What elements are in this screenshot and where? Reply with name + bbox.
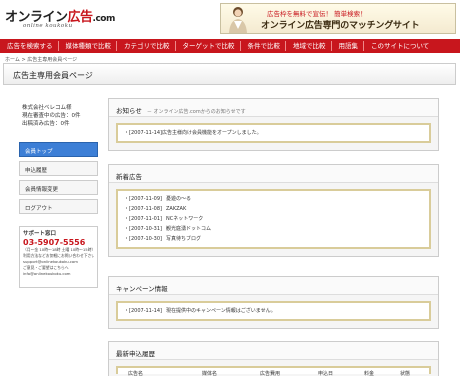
nav-compare-conditions[interactable]: 条件で比較	[241, 41, 286, 51]
banner-headline: オンライン広告専門のマッチングサイト	[261, 21, 420, 31]
info-email-link[interactable]: info@onlinekoukoku.com	[23, 271, 94, 277]
site-header: オンライン広告.com online koukoku 広告枠を無料で宣伝！ 簡単…	[0, 0, 460, 38]
applying-count: 現在審査中の広告：0件	[22, 113, 81, 119]
nav-about[interactable]: このサイトについて	[364, 41, 434, 51]
site-logo[interactable]: オンライン広告.com online koukoku	[5, 6, 115, 29]
col-status: 状態	[400, 371, 411, 376]
side-item-application-history[interactable]: 申込履歴	[19, 161, 98, 176]
history-panel: 最新申込履歴 広告名 媒体名 広告費用 申込日 料金 状態	[108, 341, 439, 376]
new-ads-panel: 新着広告 ・[2007-11-09] 憂遊の〜る ・[2007-11-08] ZAK…	[108, 164, 439, 257]
logo-tagline: online koukoku	[23, 23, 73, 29]
history-title: 最新申込履歴	[109, 342, 438, 360]
nav-compare-media-type[interactable]: 媒体種類で比較	[59, 41, 117, 51]
support-title: サポート窓口	[23, 231, 57, 237]
campaign-title: キャンペーン情報	[109, 277, 438, 295]
account-summary: 株式会社ベレコム様 現在審査中の広告：0件 出稿済み広告：0件	[22, 104, 81, 128]
nav-search-ads[interactable]: 広告を検索する	[0, 41, 59, 51]
notice-header: お知らせ － オンライン広告.comからのお知らせです	[109, 99, 438, 117]
col-media-name: 媒体名	[202, 371, 218, 376]
side-menu: 会員トップ 申込履歴 会員情報変更 ログアウト	[19, 142, 98, 218]
nav-compare-category[interactable]: カテゴリで比較	[117, 41, 176, 51]
nav-glossary[interactable]: 用語集	[332, 41, 364, 51]
campaign-panel: キャンペーン情報 ・[2007-11-14] 現在提供中のキャンペーン情報はござい…	[108, 276, 439, 329]
list-item[interactable]: ・[2007-10-30] 写真待ちブログ	[124, 234, 423, 244]
notice-list: ・[2007-11-14]広告主様向け会員機能をオープンしました。	[116, 123, 431, 143]
campaign-list: ・[2007-11-14] 現在提供中のキャンペーン情報はございません。	[116, 301, 431, 321]
col-fee: 料金	[364, 371, 375, 376]
list-item[interactable]: ・[2007-11-01] NCネットワーク	[124, 214, 423, 224]
page-title: 広告主専用会員ページ	[13, 71, 93, 80]
notice-panel: お知らせ － オンライン広告.comからのお知らせです ・[2007-11-14]…	[108, 98, 439, 151]
notice-title: お知らせ	[116, 107, 142, 115]
support-box: サポート窓口 03-5907-5556 （月〜金 10時〜18時 土曜 10時〜…	[19, 226, 98, 288]
new-ads-list: ・[2007-11-09] 憂遊の〜る ・[2007-11-08] ZAKZAK ・…	[116, 189, 431, 249]
list-item[interactable]: ・[2007-11-09] 憂遊の〜る	[124, 194, 423, 204]
page-title-bar: 広告主専用会員ページ	[3, 63, 456, 85]
col-apply-date: 申込日	[318, 371, 334, 376]
side-item-logout[interactable]: ログアウト	[19, 199, 98, 214]
col-ad-cost: 広告費用	[260, 371, 281, 376]
list-item[interactable]: ・[2007-10-31] 観光庭湧ドットコム	[124, 224, 423, 234]
side-item-member-top[interactable]: 会員トップ	[19, 142, 98, 157]
col-ad-name: 広告名	[128, 371, 144, 376]
new-ads-title: 新着広告	[109, 165, 438, 183]
history-table-header: 広告名 媒体名 広告費用 申込日 料金 状態	[116, 366, 431, 376]
breadcrumb[interactable]: ホーム > 広告主専用会員ページ	[5, 56, 77, 63]
global-nav: 広告を検索する 媒体種類で比較 カテゴリで比較 ターゲットで比較 条件で比較 地…	[0, 39, 460, 53]
nav-compare-target[interactable]: ターゲットで比較	[176, 41, 241, 51]
list-item[interactable]: ・[2007-11-14]広告主様向け会員機能をオープンしました。	[124, 128, 423, 138]
company-name: 株式会社ベレコム様	[22, 105, 72, 111]
list-item: ・[2007-11-14] 現在提供中のキャンペーン情報はございません。	[124, 308, 276, 314]
published-count: 出稿済み広告：0件	[22, 121, 70, 127]
woman-illustration-icon	[229, 7, 247, 33]
support-phone: 03-5907-5556	[23, 238, 86, 247]
nav-compare-region[interactable]: 地域で比較	[286, 41, 332, 51]
header-banner[interactable]: 広告枠を無料で宣伝！ 簡単検索！ オンライン広告専門のマッチングサイト	[220, 3, 456, 34]
notice-subtitle: － オンライン広告.comからのお知らせです	[146, 109, 246, 115]
side-item-edit-member-info[interactable]: 会員情報変更	[19, 180, 98, 195]
list-item[interactable]: ・[2007-11-08] ZAKZAK	[124, 204, 423, 214]
banner-catchphrase: 広告枠を無料で宣伝！ 簡単検索！	[267, 10, 367, 18]
